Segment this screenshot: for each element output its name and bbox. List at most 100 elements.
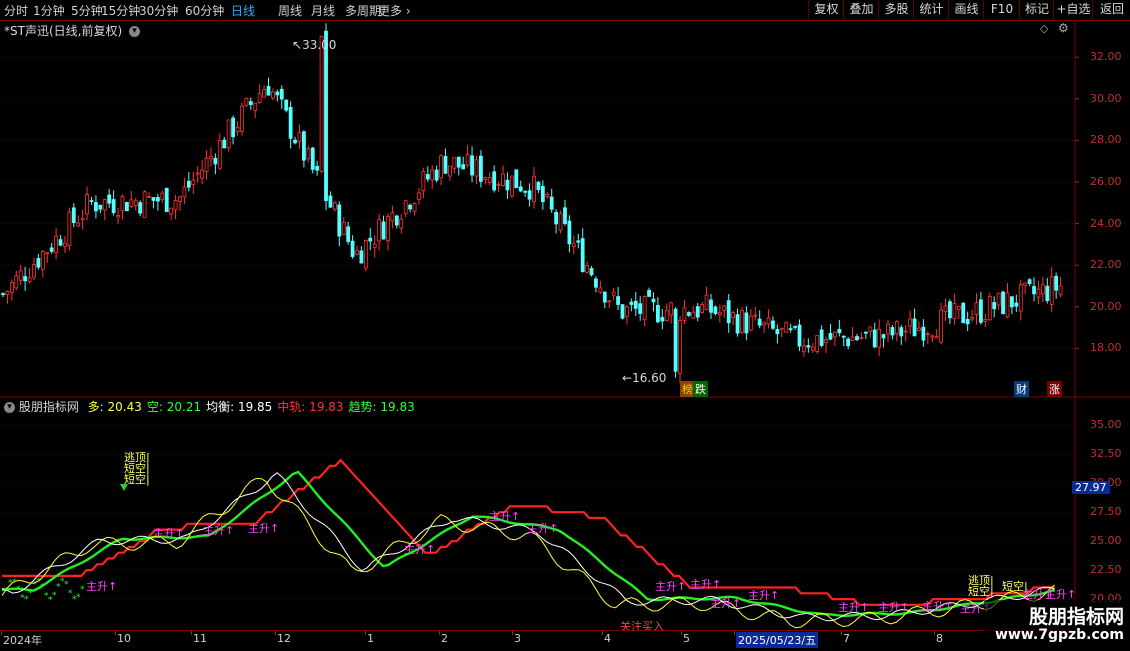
toolbar-button-8[interactable]: 返回 [1092, 0, 1130, 19]
period-tab-1[interactable]: 1分钟 [33, 2, 65, 19]
candle-body [346, 226, 351, 242]
period-tab-4[interactable]: 30分钟 [139, 2, 178, 19]
candle-body [116, 214, 120, 218]
candle-body [315, 165, 320, 171]
candle-body [523, 190, 528, 193]
candle-body [36, 258, 41, 268]
toolbar-button-6[interactable]: 标记 [1019, 0, 1054, 19]
candle-body [961, 302, 966, 324]
candle-body [40, 251, 45, 270]
candle-body [540, 185, 545, 203]
date-label: 12 [277, 632, 291, 645]
candle-body [279, 88, 284, 100]
toolbar-button-4[interactable]: 画线 [948, 0, 984, 19]
candle-body [642, 296, 647, 321]
candle-body [368, 237, 373, 242]
candle-body [815, 335, 820, 352]
candle-body [434, 169, 439, 181]
candle-body [594, 278, 598, 288]
candle-body [151, 197, 156, 201]
candle-body [160, 192, 165, 200]
price-chart[interactable] [0, 20, 1130, 398]
candle-body [1, 293, 5, 295]
period-tab-3[interactable]: 15分钟 [101, 2, 140, 19]
toolbar-button-5[interactable]: F10 [983, 0, 1020, 19]
candle-body [549, 196, 554, 210]
toolbar-button-7[interactable]: +自选 [1053, 0, 1093, 19]
tag-finance-badge[interactable]: 财 [1014, 381, 1029, 397]
candle-body [793, 326, 797, 328]
tag-rise-badge[interactable]: 涨 [1047, 381, 1062, 397]
candle-body [589, 268, 594, 276]
candle-body [1023, 282, 1028, 286]
candle-body [948, 301, 952, 319]
signal-main-rise: 主升↑ [748, 589, 780, 602]
candle-body [253, 102, 258, 111]
candle-body [762, 322, 766, 326]
candle-body [908, 318, 913, 327]
period-tab-7[interactable]: 周线 [278, 2, 302, 19]
candle-body [890, 327, 895, 336]
candle-body [195, 172, 200, 175]
candle-body [788, 328, 793, 331]
toolbar-button-1[interactable]: 叠加 [843, 0, 879, 19]
candle-body [886, 323, 890, 335]
candle-body [297, 132, 302, 142]
candle-body [1010, 296, 1014, 308]
candle-body [142, 191, 147, 219]
candle-body [748, 315, 753, 331]
tag-fall-badge[interactable]: 跌 [693, 381, 708, 397]
signal-main-rise: 主升↑ [710, 597, 742, 610]
candle-body [102, 199, 107, 211]
candle-body [155, 197, 160, 202]
candle-body [996, 292, 1001, 306]
candle-body [332, 202, 337, 210]
period-tab-5[interactable]: 60分钟 [185, 2, 224, 19]
candle-body [837, 328, 842, 334]
toolbar-button-2[interactable]: 多股 [878, 0, 914, 19]
candle-body [970, 317, 974, 320]
candle-body [452, 157, 457, 169]
signal-main-rise: 主升↑ [878, 601, 910, 614]
period-tab-0[interactable]: 分时 [4, 2, 28, 19]
candle-body [1018, 284, 1023, 312]
period-tab-6[interactable]: 日线 [231, 2, 255, 19]
toolbar-button-0[interactable]: 复权 [808, 0, 844, 19]
toolbar-button-3[interactable]: 统计 [913, 0, 949, 19]
period-tab-9[interactable]: 多周期 [345, 2, 381, 19]
candle-body [669, 302, 674, 316]
price-tick-label: 28.00 [1090, 133, 1122, 147]
candle-body [974, 302, 979, 315]
candle-body [191, 179, 196, 186]
candle-body [178, 196, 182, 202]
candle-body [934, 336, 939, 339]
candle-body [983, 318, 988, 322]
period-tab-10[interactable]: 更多 › [378, 2, 411, 19]
candle-body [660, 317, 665, 322]
period-tab-2[interactable]: 5分钟 [71, 2, 103, 19]
indicator-series-trend [1, 470, 1056, 618]
candle-body [651, 298, 656, 303]
candle-body [120, 196, 125, 212]
candle-body [930, 335, 935, 338]
date-label: 5 [683, 632, 690, 645]
candle-body [1058, 285, 1063, 296]
indicator-chart[interactable]: ** *** *** *** * *** *** ** [0, 398, 1130, 630]
candle-body [487, 177, 492, 184]
indicator-tick-label: 22.50 [1090, 563, 1122, 577]
candle-body [244, 98, 249, 106]
watermark: 股朋指标网 www.7gpzb.com [984, 600, 1130, 650]
candle-body [275, 91, 280, 96]
candle-body [1045, 285, 1050, 302]
candle-body [213, 157, 218, 165]
period-tab-8[interactable]: 月线 [311, 2, 335, 19]
candle-body [430, 169, 435, 181]
candle-body [810, 346, 815, 351]
candle-body [1054, 275, 1059, 291]
candle-body [828, 332, 833, 340]
candle-body [766, 317, 771, 325]
low-value: 16.60 [632, 371, 667, 385]
candle-body [899, 327, 904, 337]
candle-body [448, 165, 452, 177]
candle-body [894, 321, 899, 335]
